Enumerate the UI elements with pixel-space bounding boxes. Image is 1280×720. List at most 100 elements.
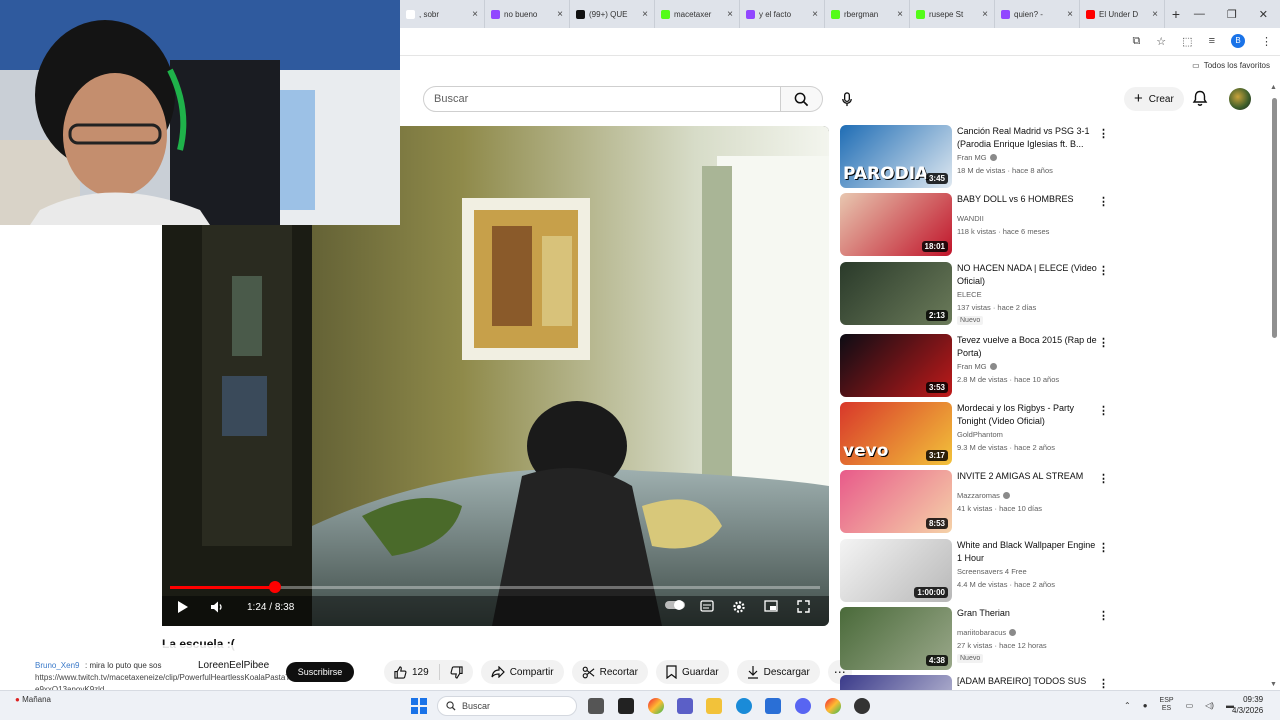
- channel-link[interactable]: Fran MG: [957, 362, 997, 371]
- browser-tab[interactable]: (99+) QUE ×: [570, 0, 655, 28]
- like-button[interactable]: 129: [384, 664, 440, 680]
- recommended-video[interactable]: 3:53 Tevez vuelve a Boca 2015 (Rap de Por…: [840, 334, 1110, 398]
- video-title-link[interactable]: Mordecai y los Rigbys - Party Tonight (V…: [957, 402, 1097, 428]
- browser-profile-avatar[interactable]: B: [1231, 34, 1245, 48]
- more-options-icon[interactable]: ⋮: [1098, 472, 1109, 485]
- channel-link[interactable]: ELECE: [957, 290, 982, 299]
- autoplay-toggle[interactable]: [664, 600, 686, 610]
- tab-close-icon[interactable]: ×: [472, 9, 478, 20]
- video-title-link[interactable]: INVITE 2 AMIGAS AL STREAM: [957, 470, 1097, 483]
- browser-tab[interactable]: El Under D ×: [1080, 0, 1165, 28]
- install-icon[interactable]: ⧉: [1132, 35, 1140, 48]
- tab-close-icon[interactable]: ×: [557, 9, 563, 20]
- share-button[interactable]: Compartir: [480, 660, 564, 684]
- tab-close-icon[interactable]: ×: [897, 9, 903, 20]
- tab-close-icon[interactable]: ×: [727, 9, 733, 20]
- video-title-link[interactable]: BABY DOLL vs 6 HOMBRES: [957, 193, 1097, 206]
- subscribe-button[interactable]: Suscribirse: [286, 662, 354, 682]
- fullscreen-button[interactable]: [794, 600, 812, 613]
- recommended-video[interactable]: 18:01 BABY DOLL vs 6 HOMBRES WANDII 118 k v…: [840, 193, 1110, 257]
- browser-tab[interactable]: rusepe St ×: [910, 0, 995, 28]
- recommended-video[interactable]: 8:53 INVITE 2 AMIGAS AL STREAM Mazzaromas 4…: [840, 470, 1110, 534]
- clock[interactable]: 09:39 4/3/2026: [1232, 694, 1263, 716]
- scroll-up-icon[interactable]: ▲: [1270, 84, 1277, 91]
- start-button[interactable]: [411, 698, 427, 714]
- channel-link[interactable]: WANDII: [957, 214, 984, 223]
- scroll-down-icon[interactable]: ▼: [1270, 681, 1277, 688]
- video-thumbnail[interactable]: vevo 3:17: [840, 402, 952, 465]
- more-options-icon[interactable]: ⋮: [1098, 195, 1109, 208]
- volume-button[interactable]: [208, 600, 226, 614]
- network-icon[interactable]: ▭: [1186, 701, 1194, 710]
- video-thumbnail[interactable]: 8:53: [840, 470, 952, 533]
- chrome-active-app-icon[interactable]: [825, 698, 841, 714]
- dislike-button[interactable]: [440, 665, 473, 679]
- video-title-link[interactable]: Tevez vuelve a Boca 2015 (Rap de Porta): [957, 334, 1097, 360]
- extensions-icon[interactable]: ⬚: [1182, 35, 1192, 48]
- voice-search-button[interactable]: [834, 86, 860, 112]
- weather-widget[interactable]: ● Mañana: [15, 695, 51, 704]
- browser-tab[interactable]: rbergman ×: [825, 0, 910, 28]
- recommended-video[interactable]: 1:00:00 White and Black Wallpaper Engine …: [840, 539, 1110, 603]
- x-app-icon[interactable]: [618, 698, 634, 714]
- search-input[interactable]: Buscar: [423, 86, 781, 112]
- taskbar-search[interactable]: Buscar: [437, 696, 577, 716]
- video-title-link[interactable]: Gran Therian: [957, 607, 1097, 620]
- channel-name[interactable]: LoreenEelPibee: [198, 660, 269, 671]
- account-avatar[interactable]: [1229, 88, 1251, 110]
- tray-mic-icon[interactable]: ●: [1143, 701, 1148, 710]
- video-title-link[interactable]: NO HACEN NADA | ELECE (Video Oficial): [957, 262, 1097, 288]
- task-view-icon[interactable]: [588, 698, 604, 714]
- new-tab-button[interactable]: +: [1165, 6, 1187, 22]
- reading-list-icon[interactable]: ≡: [1209, 35, 1215, 47]
- bookmark-star-icon[interactable]: ☆: [1156, 35, 1166, 48]
- browser-tab[interactable]: y el facto ×: [740, 0, 825, 28]
- chrome-app-icon[interactable]: [648, 698, 664, 714]
- more-options-icon[interactable]: ⋮: [1098, 609, 1109, 622]
- video-thumbnail[interactable]: PARODIA 3:45: [840, 125, 952, 188]
- video-thumbnail[interactable]: 3:53: [840, 334, 952, 397]
- video-title-link[interactable]: White and Black Wallpaper Engine 1 Hour: [957, 539, 1097, 565]
- tab-close-icon[interactable]: ×: [982, 9, 988, 20]
- more-options-icon[interactable]: ⋮: [1098, 127, 1109, 140]
- browser-menu-icon[interactable]: ⋮: [1261, 35, 1272, 48]
- video-title-link[interactable]: [ADAM BAREIRO] TODOS SUS: [957, 675, 1097, 688]
- subtitles-button[interactable]: [698, 600, 716, 612]
- settings-button[interactable]: [730, 600, 748, 614]
- more-options-icon[interactable]: ⋮: [1098, 541, 1109, 554]
- recommended-video[interactable]: 2:13 NO HACEN NADA | ELECE (Video Oficial…: [840, 262, 1110, 326]
- notifications-button[interactable]: [1192, 90, 1208, 112]
- create-button[interactable]: + Crear: [1124, 87, 1184, 111]
- obs-app-icon[interactable]: [854, 698, 870, 714]
- recommended-video[interactable]: PARODIA 3:45 Canción Real Madrid vs PSG 3-…: [840, 125, 1110, 189]
- progress-bar[interactable]: [170, 581, 820, 593]
- maximize-icon[interactable]: ❐: [1227, 8, 1237, 21]
- progress-scrubber[interactable]: [269, 581, 281, 593]
- download-button[interactable]: Descargar: [736, 660, 820, 684]
- browser-tab[interactable]: , sobr ×: [400, 0, 485, 28]
- browser-tab[interactable]: macetaxer ×: [655, 0, 740, 28]
- tab-close-icon[interactable]: ×: [642, 9, 648, 20]
- scrollbar-thumb[interactable]: [1272, 98, 1277, 338]
- tray-overflow-icon[interactable]: ⌃: [1124, 701, 1131, 710]
- recommended-video[interactable]: 4:38 Gran Therian mariitobaracus 27 k vista…: [840, 607, 1110, 671]
- browser-tab[interactable]: no bueno ×: [485, 0, 570, 28]
- channel-link[interactable]: Screensavers 4 Free: [957, 567, 1027, 576]
- tab-close-icon[interactable]: ×: [812, 9, 818, 20]
- volume-tray-icon[interactable]: ◁): [1205, 701, 1214, 710]
- teams-app-icon[interactable]: [677, 698, 693, 714]
- video-thumbnail[interactable]: 1:00:00: [840, 539, 952, 602]
- all-bookmarks-button[interactable]: ▭ Todos los favoritos: [1192, 61, 1270, 70]
- tab-close-icon[interactable]: ×: [1152, 9, 1158, 20]
- page-scrollbar[interactable]: ▲ ▼: [1270, 84, 1278, 688]
- browser-tab[interactable]: quien? - ×: [995, 0, 1080, 28]
- language-indicator[interactable]: ESP ES: [1160, 697, 1174, 713]
- video-title-link[interactable]: Canción Real Madrid vs PSG 3-1 (Parodia …: [957, 125, 1097, 151]
- search-button[interactable]: [781, 86, 823, 112]
- save-button[interactable]: Guardar: [655, 660, 729, 684]
- more-options-icon[interactable]: ⋮: [1098, 404, 1109, 417]
- more-options-icon[interactable]: ⋮: [1098, 264, 1109, 277]
- discord-app-icon[interactable]: [795, 698, 811, 714]
- more-options-icon[interactable]: ⋮: [1098, 677, 1109, 690]
- recommended-video[interactable]: vevo 3:17 Mordecai y los Rigbys - Party To…: [840, 402, 1110, 466]
